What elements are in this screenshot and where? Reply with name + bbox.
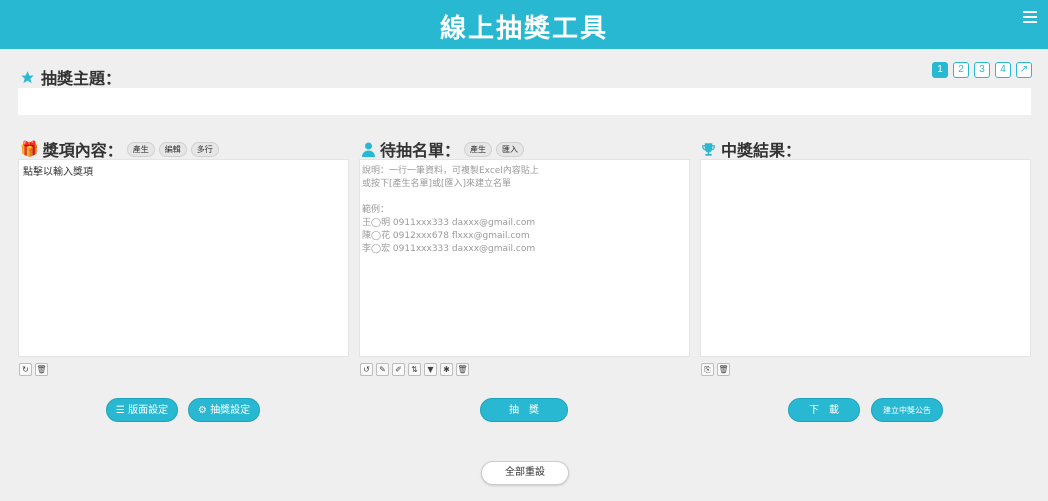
- sort-icon[interactable]: ⇅: [408, 363, 421, 376]
- page-button-3[interactable]: 3: [974, 62, 990, 78]
- reset-all-button[interactable]: 全部重設: [481, 461, 569, 485]
- undo-icon[interactable]: ↺: [360, 363, 373, 376]
- candidates-placeholder: 說明：一行一筆資料，可複製Excel內容貼上 或按下[產生名單]或[匯入]來建立…: [362, 166, 539, 254]
- candidates-toolbar: ↺ ✎ ✐ ⇅ ▼ ✱ 🗑: [360, 363, 469, 376]
- top-bar: 線上抽獎工具: [0, 0, 1048, 49]
- filter-icon[interactable]: ▼: [424, 363, 437, 376]
- theme-label: 抽獎主題：: [41, 69, 122, 88]
- candidates-label: 待抽名單：: [380, 141, 461, 160]
- copy-icon[interactable]: ⎘: [701, 363, 714, 376]
- page-switcher: 1 2 3 4 ↗: [932, 62, 1032, 78]
- asterisk-icon[interactable]: ✱: [440, 363, 453, 376]
- trophy-icon: [702, 142, 715, 156]
- trash-icon[interactable]: 🗑: [717, 363, 730, 376]
- trash-icon[interactable]: 🗑: [456, 363, 469, 376]
- prizes-textarea[interactable]: 點擊以輸入獎項: [18, 159, 349, 357]
- candidates-generate-chip[interactable]: 產生: [464, 141, 493, 157]
- page-button-2[interactable]: 2: [953, 62, 969, 78]
- wand-icon[interactable]: ✎: [376, 363, 389, 376]
- prizes-label: 獎項內容：: [42, 141, 123, 160]
- gift-icon: 🎁: [20, 140, 39, 158]
- layout-settings-button[interactable]: ☰ 版面設定: [106, 398, 178, 422]
- prizes-toolbar: ↻ 🗑: [19, 363, 48, 376]
- theme-input[interactable]: [18, 88, 1031, 115]
- shuffle-icon[interactable]: ↻: [19, 363, 32, 376]
- prizes-label-row: 🎁 獎項內容： 產生 編輯 多行: [20, 137, 219, 161]
- candidates-textarea[interactable]: 說明：一行一筆資料，可複製Excel內容貼上 或按下[產生名單]或[匯入]來建立…: [359, 159, 690, 357]
- draw-button[interactable]: 抽 獎: [480, 398, 568, 422]
- results-toolbar: ⎘ 🗑: [701, 363, 730, 376]
- results-content: [701, 160, 1030, 172]
- prizes-edit-chip[interactable]: 編輯: [158, 141, 187, 157]
- prizes-multiline-chip[interactable]: 多行: [190, 141, 219, 157]
- clean-icon[interactable]: ✐: [392, 363, 405, 376]
- results-label-row: 中獎結果：: [701, 137, 801, 161]
- user-icon: [362, 142, 375, 157]
- download-button[interactable]: 下 載: [788, 398, 860, 422]
- hamburger-icon[interactable]: [1023, 11, 1037, 23]
- results-textarea[interactable]: [700, 159, 1031, 357]
- theme-label-row: 抽獎主題：: [20, 65, 121, 89]
- prizes-generate-chip[interactable]: 產生: [126, 141, 155, 157]
- star-icon: [21, 70, 34, 83]
- draw-settings-button[interactable]: ⚙ 抽獎設定: [188, 398, 260, 422]
- prizes-content: 點擊以輸入獎項: [23, 167, 93, 178]
- trash-icon[interactable]: 🗑: [35, 363, 48, 376]
- results-label: 中獎結果：: [721, 141, 802, 160]
- candidates-import-chip[interactable]: 匯入: [496, 141, 525, 157]
- page-button-1[interactable]: 1: [932, 62, 948, 78]
- create-announcement-button[interactable]: 建立中獎公告: [871, 398, 943, 422]
- page-button-4[interactable]: 4: [995, 62, 1011, 78]
- candidates-label-row: 待抽名單： 產生 匯入: [362, 137, 525, 161]
- expand-icon[interactable]: ↗: [1016, 62, 1032, 78]
- page-title: 線上抽獎工具: [439, 14, 608, 44]
